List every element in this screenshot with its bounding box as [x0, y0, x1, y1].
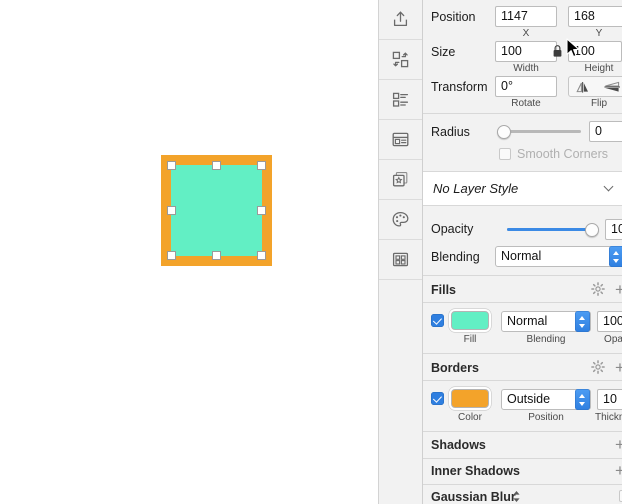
gear-icon[interactable] [591, 360, 605, 377]
blending-select[interactable]: Normal [495, 246, 622, 267]
resize-handle-bottom-right[interactable] [257, 251, 266, 260]
position-y-input[interactable]: 168 [568, 6, 622, 27]
position-label: Position [431, 10, 476, 24]
export-upload-icon [390, 9, 411, 30]
resize-handle-bottom-center[interactable] [212, 251, 221, 260]
transform-rotate-input[interactable]: 0° [495, 76, 557, 97]
border-color-sublabel: Color [458, 412, 482, 423]
border-enabled-checkbox[interactable] [431, 392, 444, 405]
fill-opacity-input[interactable]: 100% [597, 311, 622, 332]
flip-sublabel: Flip [590, 98, 608, 109]
size-width-input[interactable]: 100 [495, 41, 557, 62]
position-y-sublabel: Y [595, 28, 603, 39]
divider-fills [423, 353, 622, 354]
size-width-sublabel: Width [513, 63, 539, 74]
radius-slider-track[interactable] [501, 130, 581, 133]
layer-style-select[interactable]: No Layer Style [423, 172, 622, 205]
flip-horizontal-icon[interactable] [574, 80, 594, 97]
rail-item-layout[interactable] [379, 80, 422, 120]
gear-icon[interactable] [591, 282, 605, 299]
border-thickness-input[interactable]: 10 [597, 389, 622, 410]
opacity-slider-fill [507, 228, 591, 231]
flip-vertical-icon[interactable] [602, 80, 622, 97]
divider-borders [423, 431, 622, 432]
gaussian-blur-section-title: Gaussian Blur [431, 490, 516, 504]
fill-opacity-sublabel: Opacity [604, 334, 622, 345]
transform-label: Transform [431, 80, 488, 94]
inner-shadows-add-plus-icon[interactable]: + [615, 462, 622, 479]
position-x-input[interactable]: 1147 [495, 6, 557, 27]
radius-label: Radius [431, 125, 470, 139]
fill-enabled-checkbox[interactable] [431, 314, 444, 327]
borders-add-plus-icon[interactable]: + [615, 359, 622, 376]
fill-blending-stepper-icon[interactable] [575, 311, 590, 332]
design-canvas[interactable] [0, 0, 378, 504]
border-thickness-sublabel: Thickness [595, 412, 622, 423]
resize-handle-middle-left[interactable] [167, 206, 176, 215]
shadows-add-plus-icon[interactable]: + [615, 436, 622, 453]
selected-shape[interactable] [161, 155, 272, 266]
layer-style-value: No Layer Style [433, 181, 519, 196]
divider-blending [423, 275, 622, 276]
inner-shadows-section-title: Inner Shadows [431, 464, 520, 478]
borders-section-title: Borders [431, 361, 479, 375]
divider-fills-header [423, 302, 622, 303]
rail-item-colors[interactable] [379, 200, 422, 240]
color-palette-icon [390, 209, 411, 230]
fill-blending-sublabel: Blending [526, 334, 566, 345]
app-root: Position 1147 X 168 Y Size 100 Width 100… [0, 0, 622, 504]
list-layout-icon [390, 89, 411, 110]
fills-add-plus-icon[interactable]: + [615, 281, 622, 298]
resize-handle-middle-right[interactable] [257, 206, 266, 215]
symbols-swap-icon [390, 49, 411, 70]
opacity-slider-knob[interactable] [585, 223, 599, 237]
blending-stepper-icon[interactable] [609, 246, 622, 267]
transform-rotate-sublabel: Rotate [511, 98, 541, 109]
border-position-sublabel: Position [528, 412, 564, 423]
updown-chevron-icon[interactable] [512, 490, 521, 504]
components-grid-icon [390, 249, 411, 270]
divider-borders-header [423, 380, 622, 381]
size-height-sublabel: Height [584, 63, 614, 74]
shadows-section-title: Shadows [431, 438, 486, 452]
inspector-panel: Position 1147 X 168 Y Size 100 Width 100… [423, 0, 622, 504]
rail-item-symbols[interactable] [379, 40, 422, 80]
rail-item-components[interactable] [379, 240, 422, 280]
divider-shadows [423, 458, 622, 459]
opacity-label: Opacity [431, 222, 474, 236]
size-height-input[interactable]: 100 [568, 41, 622, 62]
resize-handle-top-right[interactable] [257, 161, 266, 170]
lock-closed-icon[interactable] [552, 44, 563, 61]
rail-item-export[interactable] [379, 0, 422, 40]
chevron-down-icon [605, 183, 613, 191]
position-x-sublabel: X [522, 28, 530, 39]
resize-handle-top-center[interactable] [212, 161, 221, 170]
fill-color-swatch[interactable] [451, 311, 489, 330]
assets-star-icon [390, 169, 411, 190]
resize-handle-top-left[interactable] [167, 161, 176, 170]
rail-item-templates[interactable] [379, 120, 422, 160]
tool-rail [378, 0, 423, 504]
radius-slider-knob[interactable] [497, 125, 511, 139]
resize-handle-bottom-left[interactable] [167, 251, 176, 260]
size-label: Size [431, 45, 456, 59]
border-color-swatch[interactable] [451, 389, 489, 408]
divider-layerstyle [423, 205, 622, 206]
rail-item-assets[interactable] [379, 160, 422, 200]
opacity-input[interactable]: 100% [605, 219, 622, 240]
shape-fill [171, 165, 262, 256]
border-position-stepper-icon[interactable] [575, 389, 590, 410]
blending-label: Blending [431, 250, 480, 264]
fill-color-sublabel: Fill [463, 334, 477, 345]
smooth-corners-label: Smooth Corners [517, 147, 609, 161]
grid-template-icon [390, 129, 411, 150]
smooth-corners-checkbox[interactable] [499, 148, 511, 160]
divider-transform [423, 113, 622, 114]
divider-inner-shadows [423, 484, 622, 485]
fills-section-title: Fills [431, 283, 457, 297]
radius-input[interactable]: 0 [589, 121, 622, 142]
flip-button-group[interactable] [568, 76, 622, 97]
